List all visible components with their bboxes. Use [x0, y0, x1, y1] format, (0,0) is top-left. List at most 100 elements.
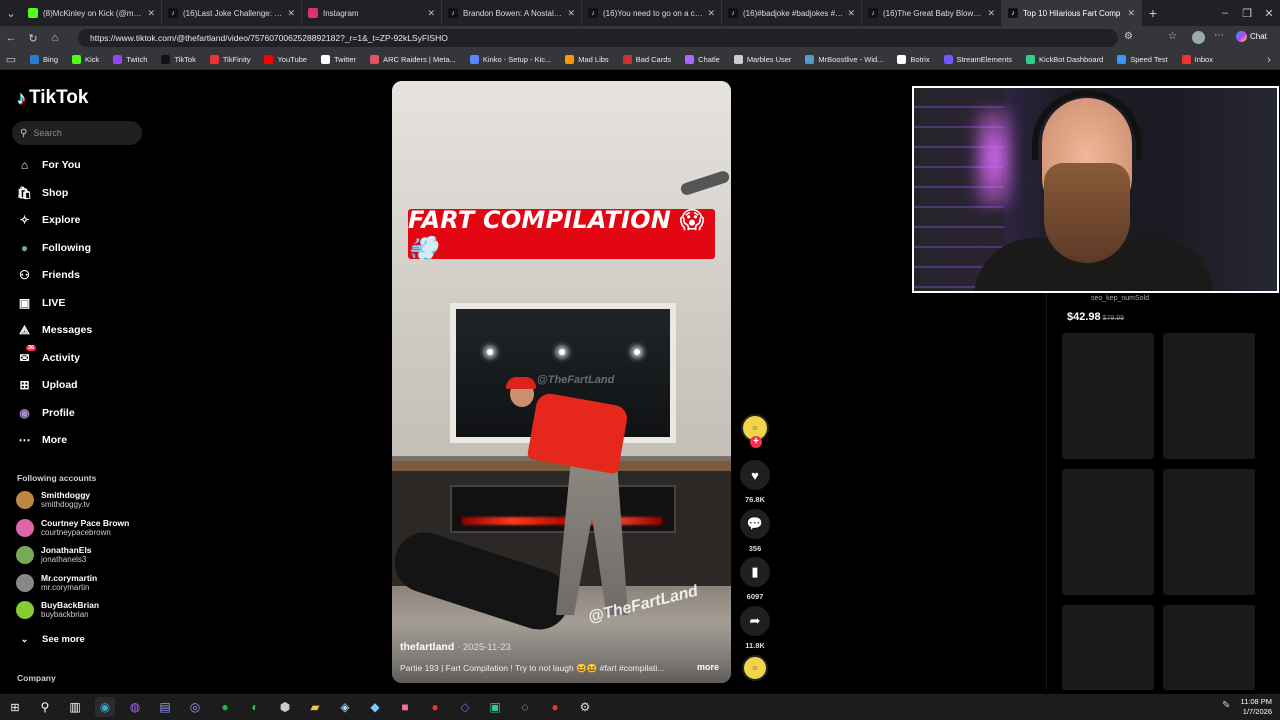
app-icon[interactable]: ▣ [485, 697, 505, 717]
product-tile[interactable] [1062, 333, 1154, 459]
close-tab-icon[interactable]: ✕ [707, 8, 715, 19]
close-tab-icon[interactable]: ✕ [427, 8, 435, 19]
nav-friends[interactable]: ⚇ Friends [16, 265, 80, 285]
folder-icon[interactable]: ▰ [305, 697, 325, 717]
close-tab-icon[interactable]: ✕ [847, 8, 855, 19]
bookmarks-menu-icon[interactable]: ▭ [0, 53, 22, 66]
following-account-item[interactable]: Mr.corymartin mr.corymartin [16, 571, 97, 595]
app-icon[interactable]: ● [425, 697, 445, 717]
settings-icon[interactable]: ⚙ [575, 697, 595, 717]
product-tile[interactable] [1163, 605, 1255, 690]
home-icon[interactable]: ⌂ [44, 32, 66, 44]
bookmark-item[interactable]: Botrix [897, 55, 930, 64]
following-account-item[interactable]: Smithdoggy smithdoggy.tv [16, 488, 90, 512]
windows-start-icon[interactable]: ⊞ [5, 697, 25, 717]
app-icon[interactable]: ◆ [365, 697, 385, 717]
product-price[interactable]: $42.98 $79.99 [1067, 311, 1124, 323]
share-icon[interactable]: ➦ [740, 606, 770, 636]
bookmark-item[interactable]: Speed Test [1117, 55, 1168, 64]
nav-activity[interactable]: ✉ 36 Activity [16, 345, 80, 368]
nav-live[interactable]: ▣ LIVE [16, 293, 66, 313]
tab-search-icon[interactable]: ⌄ [0, 7, 22, 20]
app-icon[interactable]: ◇ [455, 697, 475, 717]
app-icon[interactable]: ◎ [185, 697, 205, 717]
bookmark-item[interactable]: Inbox [1181, 55, 1213, 64]
company-link[interactable]: Company [17, 673, 56, 683]
close-window-icon[interactable]: ✕ [1258, 7, 1280, 20]
like-action[interactable]: ♥ 76.8K [739, 460, 771, 504]
bookmark-item[interactable]: KickBot Dashboard [1026, 55, 1103, 64]
system-clock[interactable]: 11:08 PM 1/7/2026 [1240, 697, 1272, 717]
nav-explore[interactable]: ✧ Explore [16, 210, 80, 230]
app-icon[interactable]: ■ [395, 697, 415, 717]
comment-action[interactable]: 💬 356 [739, 509, 771, 553]
browser-tab[interactable]: ♪ (16)Last Joke Challenge: Couple ✕ [162, 0, 302, 26]
bookmark-item[interactable]: Bing [30, 55, 58, 64]
bookmark-item[interactable]: Twitch [113, 55, 147, 64]
save-action[interactable]: ▮ 6097 [739, 557, 771, 601]
spotify-icon[interactable]: ● [215, 697, 235, 717]
browser-tab[interactable]: ♪ (16)You need to go on a cruise ✕ [582, 0, 722, 26]
app-icon[interactable]: ◍ [125, 697, 145, 717]
nav-messages[interactable]: ⟁ Messages [16, 320, 92, 340]
author-name[interactable]: thefartland [400, 641, 454, 653]
bookmark-item[interactable]: Twitter [320, 55, 356, 64]
bookmark-item[interactable]: MrBoostlive - Wid... [805, 55, 883, 64]
back-icon[interactable]: ← [0, 32, 22, 44]
maximize-icon[interactable]: ❐ [1236, 7, 1258, 20]
bookmark-item[interactable]: TikFinity [209, 55, 250, 64]
app-icon[interactable]: ● [545, 697, 565, 717]
bookmark-item[interactable]: YouTube [264, 55, 307, 64]
favorites-icon[interactable]: ☆ [1168, 31, 1177, 42]
user-avatar[interactable] [1192, 31, 1205, 44]
bookmark-icon[interactable]: ▮ [740, 557, 770, 587]
browser-tab[interactable]: Instagram ✕ [302, 0, 442, 26]
app-icon[interactable]: ▤ [155, 697, 175, 717]
bookmark-item[interactable]: TikTok [161, 55, 196, 64]
bookmark-item[interactable]: Mad Libs [565, 55, 609, 64]
bookmark-item[interactable]: Kick [72, 55, 99, 64]
nav-for-you[interactable]: ⌂ For You [16, 155, 81, 175]
browser-tab[interactable]: ♪ Top 10 Hilarious Fart Comp ✕ [1002, 0, 1142, 26]
follow-button[interactable]: + [750, 436, 762, 448]
browser-tab[interactable]: ♪ (16)#badjoke #badjokes #10m ✕ [722, 0, 862, 26]
product-tile[interactable] [1062, 469, 1154, 595]
browser-tab[interactable]: ♪ (16)The Great Baby Blowout ✕ [862, 0, 1002, 26]
following-account-item[interactable]: BuyBackBrian buybackbrian [16, 598, 99, 622]
close-tab-icon[interactable]: ✕ [567, 8, 575, 19]
bookmark-item[interactable]: Kinko - Setup - Kic... [469, 55, 551, 64]
close-tab-icon[interactable]: ✕ [147, 8, 155, 19]
product-tile[interactable] [1163, 469, 1255, 595]
nav-profile[interactable]: ◉ Profile [16, 403, 74, 423]
pen-icon[interactable]: ✎ [1222, 700, 1230, 711]
product-tile[interactable] [1163, 333, 1255, 459]
new-tab-button[interactable]: + [1142, 5, 1164, 21]
app-icon[interactable]: ⬢ [275, 697, 295, 717]
bookmarks-overflow-icon[interactable]: › [1258, 54, 1280, 66]
following-account-item[interactable]: Courtney Pace Brown courtneypacebrown [16, 516, 129, 540]
nav-upload[interactable]: ⊞ Upload [16, 375, 77, 395]
nav-shop[interactable]: 🛍 Shop [16, 183, 68, 203]
bookmark-item[interactable]: ARC Raiders | Meta... [370, 55, 456, 64]
comment-icon[interactable]: 💬 [740, 509, 770, 539]
sound-disc-icon[interactable]: ☺ [742, 655, 768, 681]
menu-icon[interactable]: ⋯ [1214, 30, 1224, 41]
copilot-chat-button[interactable]: Chat [1236, 31, 1267, 42]
search-input[interactable]: ⚲ Search [12, 121, 142, 145]
search-icon[interactable]: ⚲ [35, 697, 55, 717]
close-tab-icon[interactable]: ✕ [987, 8, 995, 19]
close-tab-icon[interactable]: ✕ [1127, 8, 1135, 19]
app-icon[interactable]: ◈ [335, 697, 355, 717]
browser-tab[interactable]: ♪ Brandon Bowen: A Nostalgic D ✕ [442, 0, 582, 26]
minimize-icon[interactable]: – [1214, 7, 1236, 19]
task-view-icon[interactable]: ▥ [65, 697, 85, 717]
app-icon[interactable]: ◐ [245, 697, 265, 717]
heart-icon[interactable]: ♥ [740, 460, 770, 490]
bookmark-item[interactable]: StreamElements [943, 55, 1012, 64]
see-more-link[interactable]: ⌄ See more [16, 629, 85, 649]
bookmark-item[interactable]: Chatle [685, 55, 720, 64]
share-action[interactable]: ➦ 11.8K [739, 606, 771, 650]
video-player[interactable]: FART COMPILATION 😱💨 @TheFartLand @TheFar… [392, 81, 731, 683]
product-tile[interactable] [1062, 605, 1154, 690]
close-tab-icon[interactable]: ✕ [287, 8, 295, 19]
